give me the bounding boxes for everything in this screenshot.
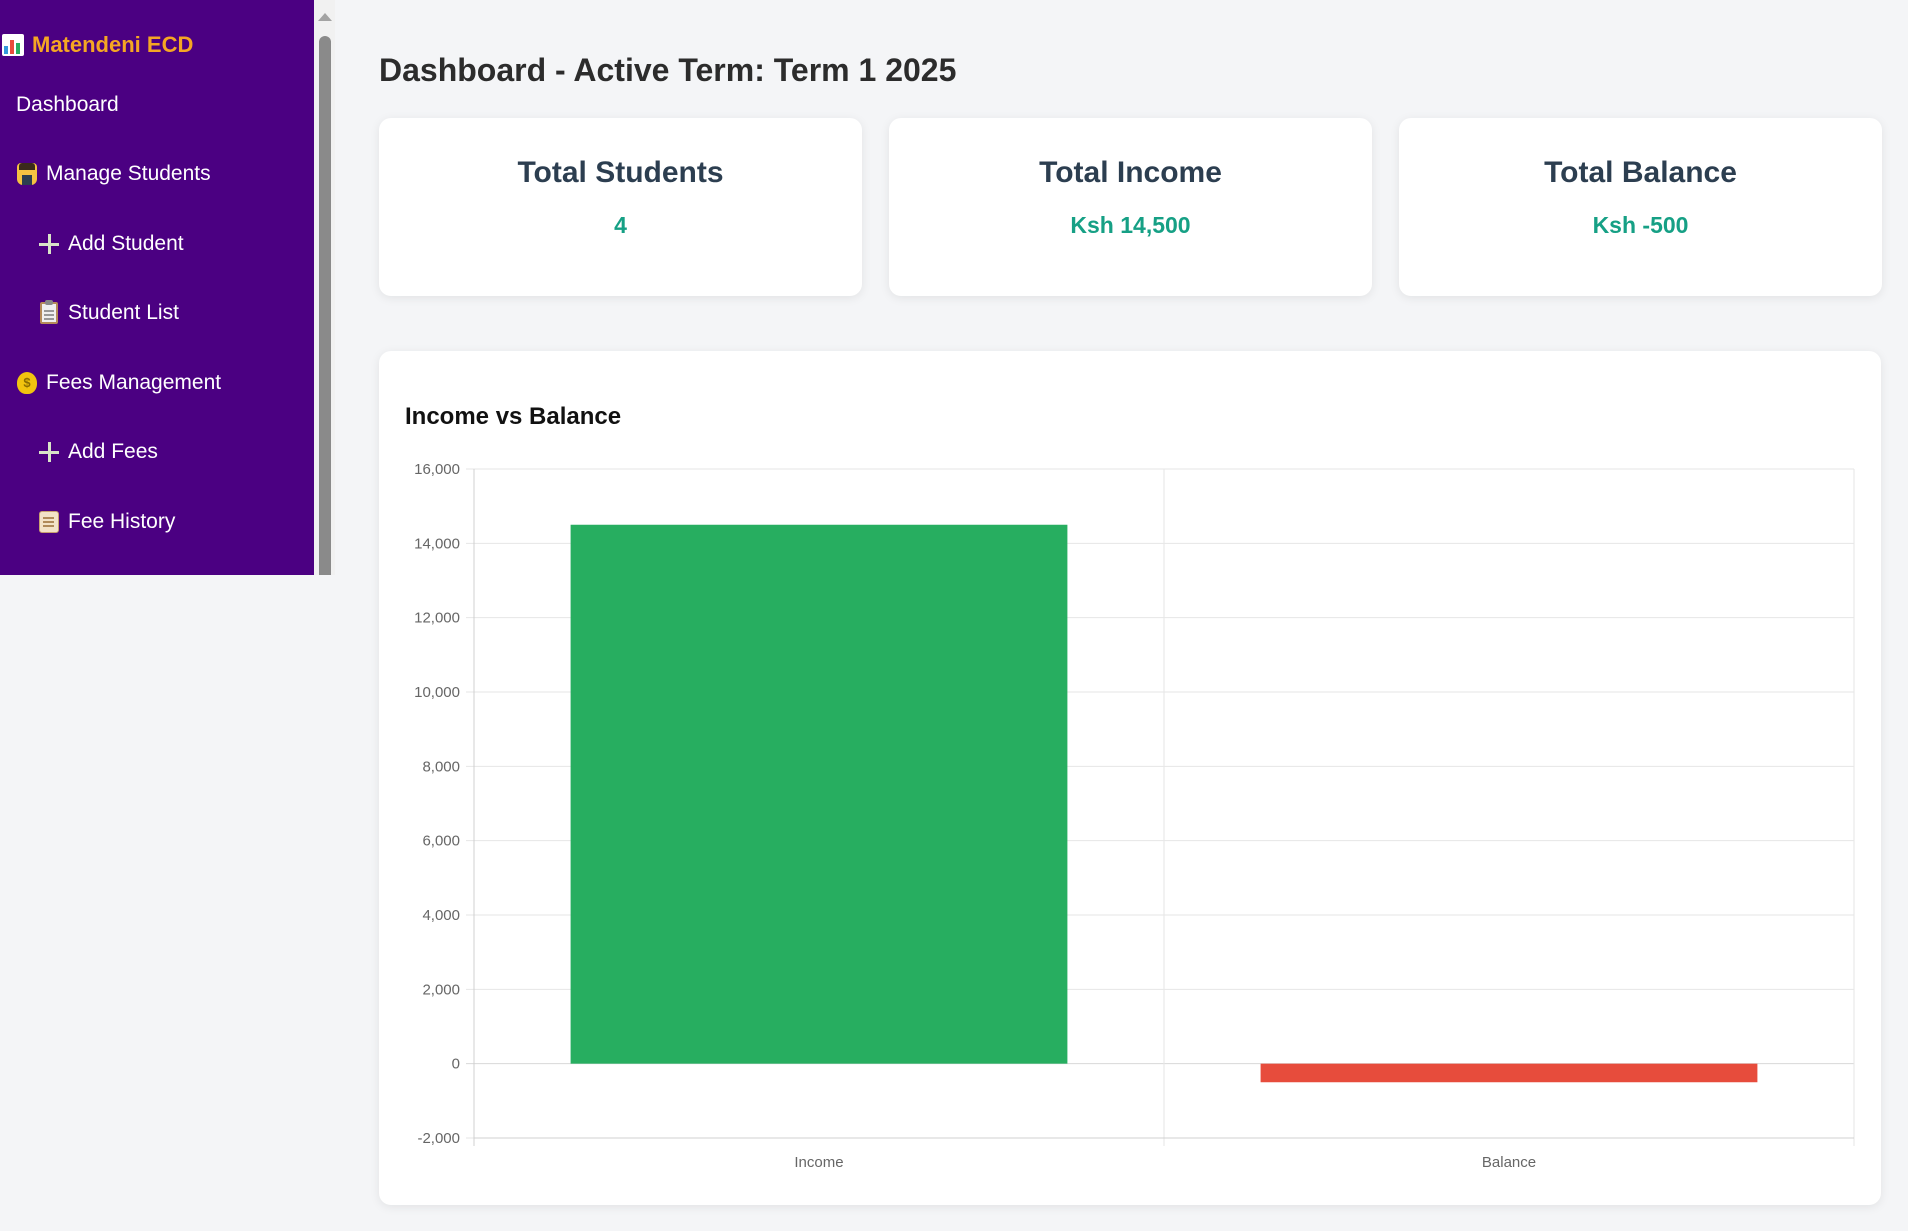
sidebar-item-dashboard[interactable]: Dashboard (0, 70, 314, 140)
chart-card: Income vs Balance 16,000 14,000 12,000 10,0… (379, 351, 1881, 1205)
sidebar-item-manage-students[interactable]: Manage Students (0, 140, 314, 210)
y-tick-label: -2,000 (417, 1130, 460, 1147)
plus-icon (38, 440, 60, 464)
stat-card-total-income: Total Income Ksh 14,500 (889, 118, 1372, 296)
y-tick-label: 0 (452, 1056, 460, 1073)
money-bag-icon (16, 371, 38, 395)
bar-income (570, 524, 1068, 1064)
stat-card-value: Ksh 14,500 (1070, 212, 1191, 238)
sidebar-item-label: Add Student (68, 231, 184, 255)
sidebar-item-fees-management[interactable]: Fees Management (0, 348, 314, 418)
brand-name: Matendeni ECD (32, 32, 194, 57)
page-title: Dashboard - Active Term: Term 1 2025 (379, 52, 957, 88)
sidebar-item-label: Add Fees (68, 440, 158, 464)
y-tick-label: 16,000 (414, 461, 460, 478)
y-tick-label: 6,000 (422, 833, 460, 850)
brand[interactable]: Matendeni ECD (0, 28, 314, 62)
stat-card-value: 4 (614, 212, 627, 238)
x-tick-label: Balance (1482, 1154, 1536, 1171)
stat-card-title: Total Income (1039, 156, 1222, 189)
sidebar-item-student-list[interactable]: Student List (0, 279, 314, 349)
y-tick-label: 2,000 (422, 981, 460, 998)
sidebar-item-label: Fee History (68, 509, 176, 533)
sidebar-item-label: Student List (68, 301, 179, 325)
bar-chart-icon (2, 34, 24, 56)
income-balance-chart: 16,000 14,000 12,000 10,000 8,000 6,000 4,000 2… (414, 461, 1855, 1171)
y-tick-label: 10,000 (414, 684, 460, 701)
clipboard-icon (38, 300, 60, 325)
stat-card-title: Total Balance (1544, 156, 1737, 189)
plus-icon (38, 232, 60, 256)
y-tick-label: 12,000 (414, 610, 460, 627)
scroll-icon (38, 510, 60, 534)
scrollbar-thumb[interactable] (319, 36, 331, 575)
stat-card-total-balance: Total Balance Ksh -500 (1399, 118, 1882, 296)
y-tick-label: 14,000 (414, 535, 460, 552)
stat-card-value: Ksh -500 (1592, 212, 1689, 238)
sidebar-nav: Dashboard Manage Students Add Student St… (0, 70, 314, 557)
x-tick-label: Income (794, 1154, 843, 1171)
sidebar-item-fee-history[interactable]: Fee History (0, 487, 314, 557)
student-icon (16, 162, 38, 186)
scroll-up-arrow-icon[interactable] (318, 13, 332, 21)
stat-card-title: Total Students (517, 156, 724, 189)
sidebar-item-add-fees[interactable]: Add Fees (0, 418, 314, 488)
sidebar-item-label: Manage Students (46, 162, 211, 186)
sidebar-scrollbar[interactable] (314, 0, 335, 575)
sidebar: Matendeni ECD Dashboard Manage Students … (0, 0, 314, 575)
sidebar-item-label: Fees Management (46, 370, 222, 394)
y-tick-label: 4,000 (422, 907, 460, 924)
bar-balance (1260, 1063, 1758, 1083)
stat-card-total-students: Total Students 4 (379, 118, 862, 296)
sidebar-item-label: Dashboard (16, 92, 119, 116)
sidebar-item-add-student[interactable]: Add Student (0, 209, 314, 279)
y-tick-label: 8,000 (422, 758, 460, 775)
